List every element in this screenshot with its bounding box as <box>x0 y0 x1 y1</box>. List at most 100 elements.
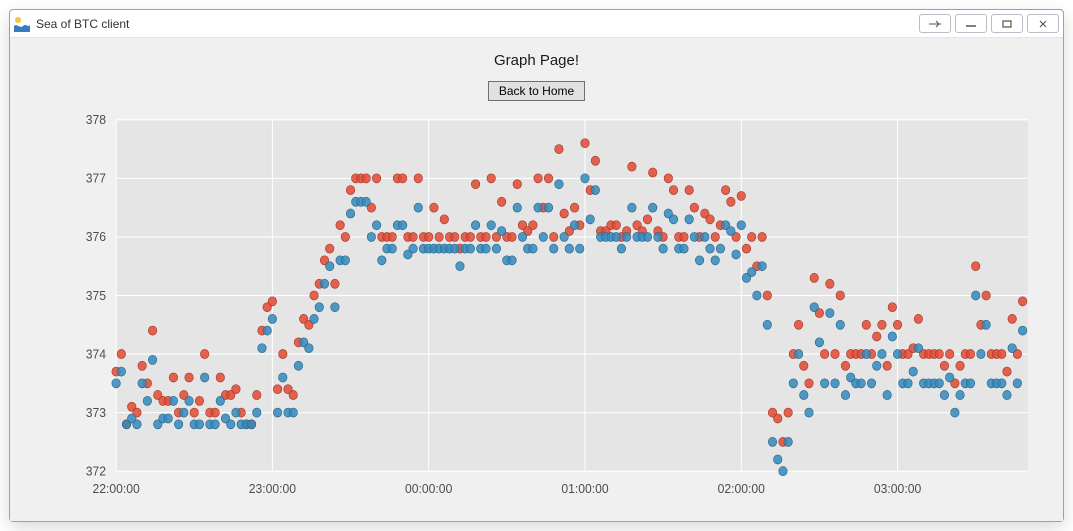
data-point <box>706 215 715 224</box>
data-point <box>909 367 918 376</box>
data-point <box>747 268 756 277</box>
data-point <box>690 203 699 212</box>
data-point <box>372 174 381 183</box>
data-point <box>654 232 663 241</box>
data-point <box>622 232 631 241</box>
data-point <box>800 390 809 399</box>
data-point <box>737 221 746 230</box>
data-point <box>998 350 1007 359</box>
data-point <box>742 244 751 253</box>
plot-container: 22:00:0023:00:0000:00:0001:00:0002:00:00… <box>10 101 1063 521</box>
data-point <box>138 379 147 388</box>
data-point <box>346 186 355 195</box>
data-point <box>325 262 334 271</box>
data-point <box>820 379 829 388</box>
data-point <box>758 232 767 241</box>
back-home-button[interactable]: Back to Home <box>488 81 585 101</box>
titlebar[interactable]: Sea of BTC client <box>10 10 1063 38</box>
data-point <box>820 350 829 359</box>
data-point <box>200 350 209 359</box>
data-point <box>914 344 923 353</box>
data-point <box>211 408 220 417</box>
data-point <box>497 227 506 236</box>
data-point <box>794 350 803 359</box>
data-point <box>471 180 480 189</box>
data-point <box>747 232 756 241</box>
data-point <box>690 232 699 241</box>
data-point <box>945 373 954 382</box>
minimize-button[interactable] <box>955 14 987 33</box>
data-point <box>440 215 449 224</box>
maximize-button[interactable] <box>991 14 1023 33</box>
data-point <box>414 203 423 212</box>
data-point <box>169 396 178 405</box>
data-point <box>492 244 501 253</box>
data-point <box>628 203 637 212</box>
svg-text:01:00:00: 01:00:00 <box>561 481 608 495</box>
data-point <box>971 262 980 271</box>
data-point <box>138 361 147 370</box>
data-point <box>1018 297 1027 306</box>
data-point <box>466 232 475 241</box>
data-point <box>784 408 793 417</box>
svg-text:02:00:00: 02:00:00 <box>718 481 765 495</box>
data-point <box>362 174 371 183</box>
data-point <box>117 367 126 376</box>
app-window: Sea of BTC client Graph Page! Back to Ho… <box>9 9 1064 522</box>
data-point <box>763 291 772 300</box>
svg-text:373: 373 <box>86 406 106 420</box>
data-point <box>721 186 730 195</box>
data-point <box>982 320 991 329</box>
data-point <box>977 350 986 359</box>
data-point <box>664 174 673 183</box>
data-point <box>164 414 173 423</box>
data-point <box>617 244 626 253</box>
data-point <box>263 326 272 335</box>
data-point <box>534 203 543 212</box>
data-point <box>794 320 803 329</box>
data-point <box>1008 344 1017 353</box>
data-point <box>466 244 475 253</box>
svg-text:374: 374 <box>86 347 106 361</box>
data-point <box>555 145 564 154</box>
svg-text:378: 378 <box>86 113 106 127</box>
data-point <box>289 408 298 417</box>
data-point <box>971 291 980 300</box>
data-point <box>773 414 782 423</box>
data-point <box>310 314 319 323</box>
data-point <box>737 191 746 200</box>
close-button[interactable] <box>1027 14 1059 33</box>
data-point <box>810 303 819 312</box>
data-point <box>659 244 668 253</box>
data-point <box>336 221 345 230</box>
data-point <box>289 390 298 399</box>
data-point <box>669 215 678 224</box>
data-point <box>398 174 407 183</box>
undock-button[interactable] <box>919 14 951 33</box>
data-point <box>268 297 277 306</box>
data-point <box>315 303 324 312</box>
data-point <box>508 232 517 241</box>
data-point <box>367 232 376 241</box>
data-point <box>826 279 835 288</box>
data-point <box>487 221 496 230</box>
data-point <box>956 361 965 370</box>
data-point <box>883 390 892 399</box>
data-point <box>966 379 975 388</box>
data-point <box>508 256 517 265</box>
data-point <box>914 314 923 323</box>
data-point <box>216 396 225 405</box>
data-point <box>857 379 866 388</box>
data-point <box>117 350 126 359</box>
data-point <box>768 437 777 446</box>
data-point <box>534 174 543 183</box>
data-point <box>940 390 949 399</box>
data-point <box>841 390 850 399</box>
data-point <box>560 209 569 218</box>
data-point <box>471 221 480 230</box>
scatter-plot[interactable]: 22:00:0023:00:0000:00:0001:00:0002:00:00… <box>30 109 1043 509</box>
data-point <box>549 244 558 253</box>
data-point <box>362 197 371 206</box>
data-point <box>680 244 689 253</box>
svg-text:376: 376 <box>86 230 106 244</box>
